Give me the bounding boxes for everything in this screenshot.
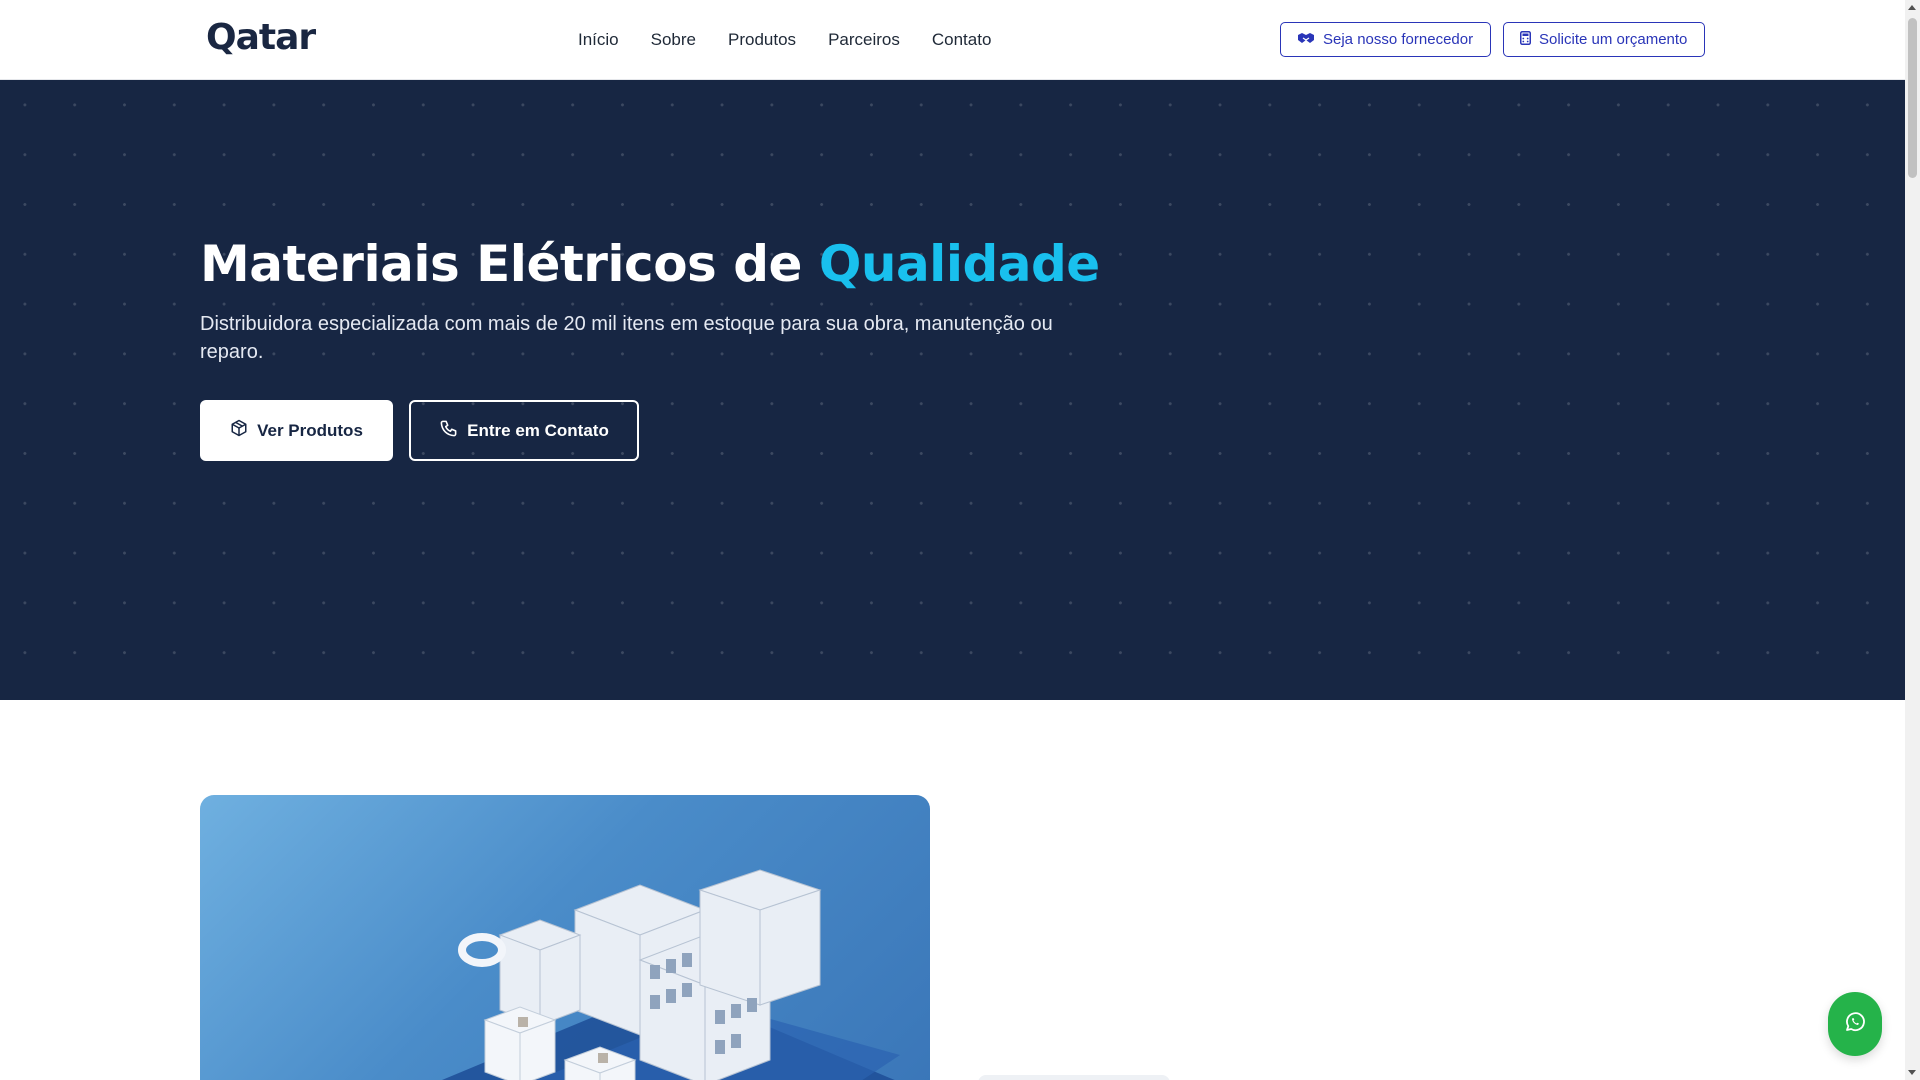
hero-subtitle: Distribuidora especializada com mais de … (200, 313, 1053, 363)
scroll-down-arrow-icon[interactable] (1908, 1070, 1916, 1075)
logo-text: Qatar (206, 17, 316, 58)
site-header: Qatar Início Sobre Produtos Parceiros Co… (0, 0, 1905, 80)
phone-icon (439, 419, 458, 443)
package-icon (230, 419, 248, 442)
whatsapp-icon (1843, 1010, 1867, 1039)
scroll-up-arrow-icon[interactable] (1908, 5, 1916, 10)
hero-title: Materiais Elétricos de Qualidade (200, 235, 1100, 293)
page-scrollbar[interactable] (1905, 0, 1920, 1080)
hero-title-main: Materiais Elétricos de (200, 235, 802, 293)
section-badge (978, 1075, 1170, 1080)
scrollbar-thumb[interactable] (1908, 18, 1917, 178)
warehouse-illustration (200, 795, 930, 1080)
quote-button-label: Solicite um orçamento (1539, 31, 1688, 48)
nav-item-contato[interactable]: Contato (932, 28, 992, 52)
handshake-icon (1297, 31, 1315, 49)
view-products-button[interactable]: Ver Produtos (200, 400, 393, 461)
nav-item-inicio[interactable]: Início (578, 28, 619, 52)
supplier-button-label: Seja nosso fornecedor (1323, 31, 1474, 48)
view-products-label: Ver Produtos (257, 420, 363, 440)
nav-item-produtos[interactable]: Produtos (728, 28, 796, 52)
logo[interactable]: Qatar (206, 17, 316, 58)
nav-item-parceiros[interactable]: Parceiros (828, 28, 900, 52)
contact-button-label: Entre em Contato (467, 420, 609, 440)
main-nav: Início Sobre Produtos Parceiros Contato (578, 28, 1023, 52)
supplier-button[interactable]: Seja nosso fornecedor (1280, 22, 1491, 57)
hero-title-accent: Qualidade (818, 235, 1100, 293)
whatsapp-button[interactable] (1828, 992, 1882, 1056)
hero-section: Materiais Elétricos de Qualidade Distrib… (0, 80, 1905, 700)
calculator-icon (1520, 30, 1531, 49)
contact-button[interactable]: Entre em Contato (409, 400, 639, 461)
nav-item-sobre[interactable]: Sobre (651, 28, 696, 52)
quote-button[interactable]: Solicite um orçamento (1503, 22, 1705, 57)
